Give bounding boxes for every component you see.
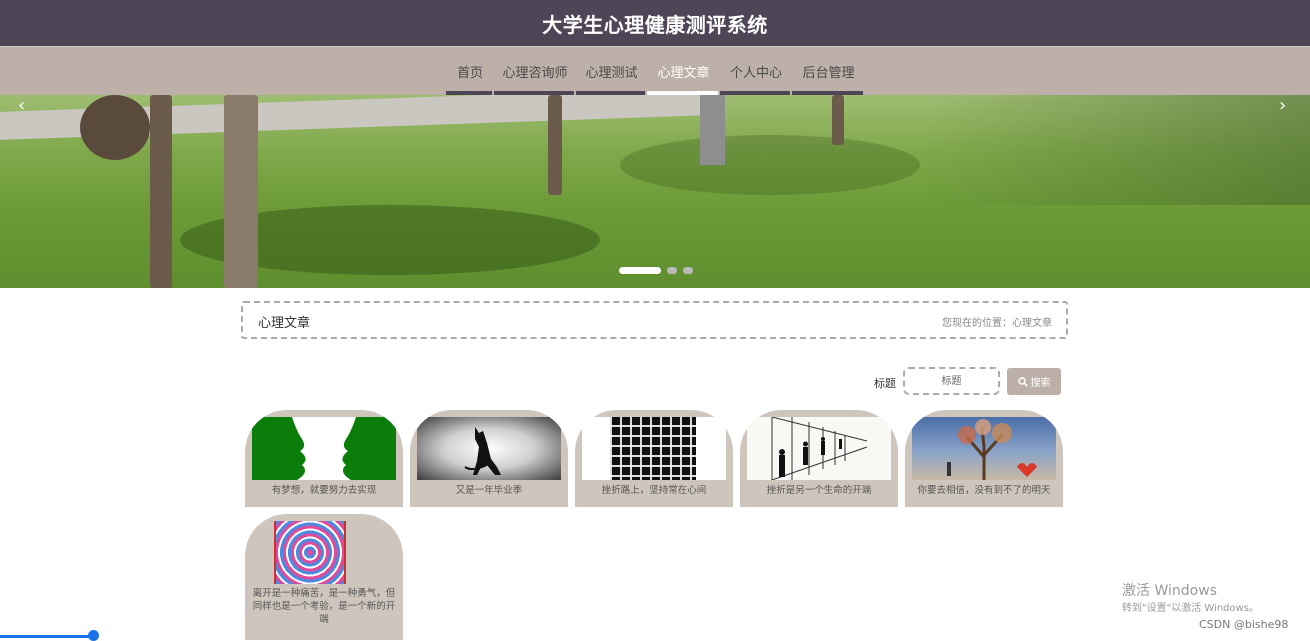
site-title: 大学生心理健康测评系统 [542, 12, 768, 37]
main-nav: 首页 心理咨询师 心理测试 心理文章 个人中心 后台管理 [0, 46, 1310, 96]
article-card[interactable]: 挫折路上，坚持常在心间 [575, 410, 733, 507]
nav-label-articles: 心理文章 [657, 66, 710, 81]
progress-bar [0, 635, 94, 638]
article-image [912, 417, 1056, 480]
search-button-label: 搜索 [1030, 378, 1051, 389]
article-title: 挫折是另一个生命的开端 [766, 485, 872, 496]
nav-item-articles[interactable]: 心理文章 [647, 47, 720, 96]
article-title: 你要去相信，没有到不了的明天 [917, 485, 1051, 496]
nav-item-tests[interactable]: 心理测试 [576, 47, 647, 96]
nav-label-admin: 后台管理 [802, 66, 855, 81]
article-title: 又是一年毕业季 [455, 485, 523, 496]
nav-item-counselors[interactable]: 心理咨询师 [494, 47, 576, 96]
search-button[interactable]: 搜索 [1007, 368, 1061, 395]
article-image [274, 521, 346, 584]
banner-pagination [619, 267, 693, 274]
article-image [747, 417, 891, 480]
article-title: 挫折路上，坚持常在心间 [601, 485, 707, 496]
article-image [582, 417, 726, 480]
banner-pole [700, 95, 725, 165]
article-card[interactable]: 有梦想，就要努力去实现 [245, 410, 403, 507]
search-label: 标题 [874, 377, 896, 390]
article-card[interactable]: 挫折是另一个生命的开端 [740, 410, 898, 507]
banner-dot-1[interactable] [619, 267, 661, 274]
windows-activation-hint: 转到"设置"以激活 Windows。 [1122, 603, 1260, 614]
breadcrumb: 心理文章 您现在的位置：心理文章 [241, 301, 1068, 339]
nav-label-home: 首页 [456, 66, 483, 81]
search-input[interactable] [903, 367, 1000, 395]
breadcrumb-location: 您现在的位置：心理文章 [942, 318, 1052, 329]
article-image [417, 417, 561, 480]
article-card[interactable]: 又是一年毕业季 [410, 410, 568, 507]
nav-item-profile[interactable]: 个人中心 [720, 47, 792, 96]
csdn-watermark: CSDN @bishe98 [1199, 618, 1289, 631]
banner-dot-2[interactable] [667, 267, 677, 274]
search-icon [1017, 376, 1028, 387]
article-card[interactable]: 你要去相信，没有到不了的明天 [905, 410, 1063, 507]
banner-bamboo [920, 95, 1310, 205]
site-header: 大学生心理健康测评系统 [0, 0, 1310, 46]
nav-item-admin[interactable]: 后台管理 [792, 47, 865, 96]
nav-label-profile: 个人中心 [729, 66, 782, 81]
nav-item-home[interactable]: 首页 [446, 47, 494, 96]
page-title: 心理文章 [258, 316, 311, 331]
banner-next-icon[interactable]: › [1279, 95, 1286, 116]
progress-handle[interactable] [88, 630, 99, 641]
nav-label-tests: 心理测试 [585, 66, 638, 81]
article-title: 有梦想，就要努力去实现 [271, 485, 377, 496]
article-image [252, 417, 396, 480]
banner-prev-icon[interactable]: ‹ [18, 95, 25, 116]
banner-carousel[interactable]: ‹ › [0, 95, 1310, 288]
article-title: 离开是一种痛苦，是一种勇气，但同样也是一个考验，是一个新的开端 [252, 588, 396, 625]
nav-label-counselors: 心理咨询师 [502, 66, 568, 81]
banner-dot-3[interactable] [683, 267, 693, 274]
article-card[interactable]: 离开是一种痛苦，是一种勇气，但同样也是一个考验，是一个新的开端 [245, 514, 403, 640]
windows-activation-title: 激活 Windows [1122, 583, 1217, 599]
